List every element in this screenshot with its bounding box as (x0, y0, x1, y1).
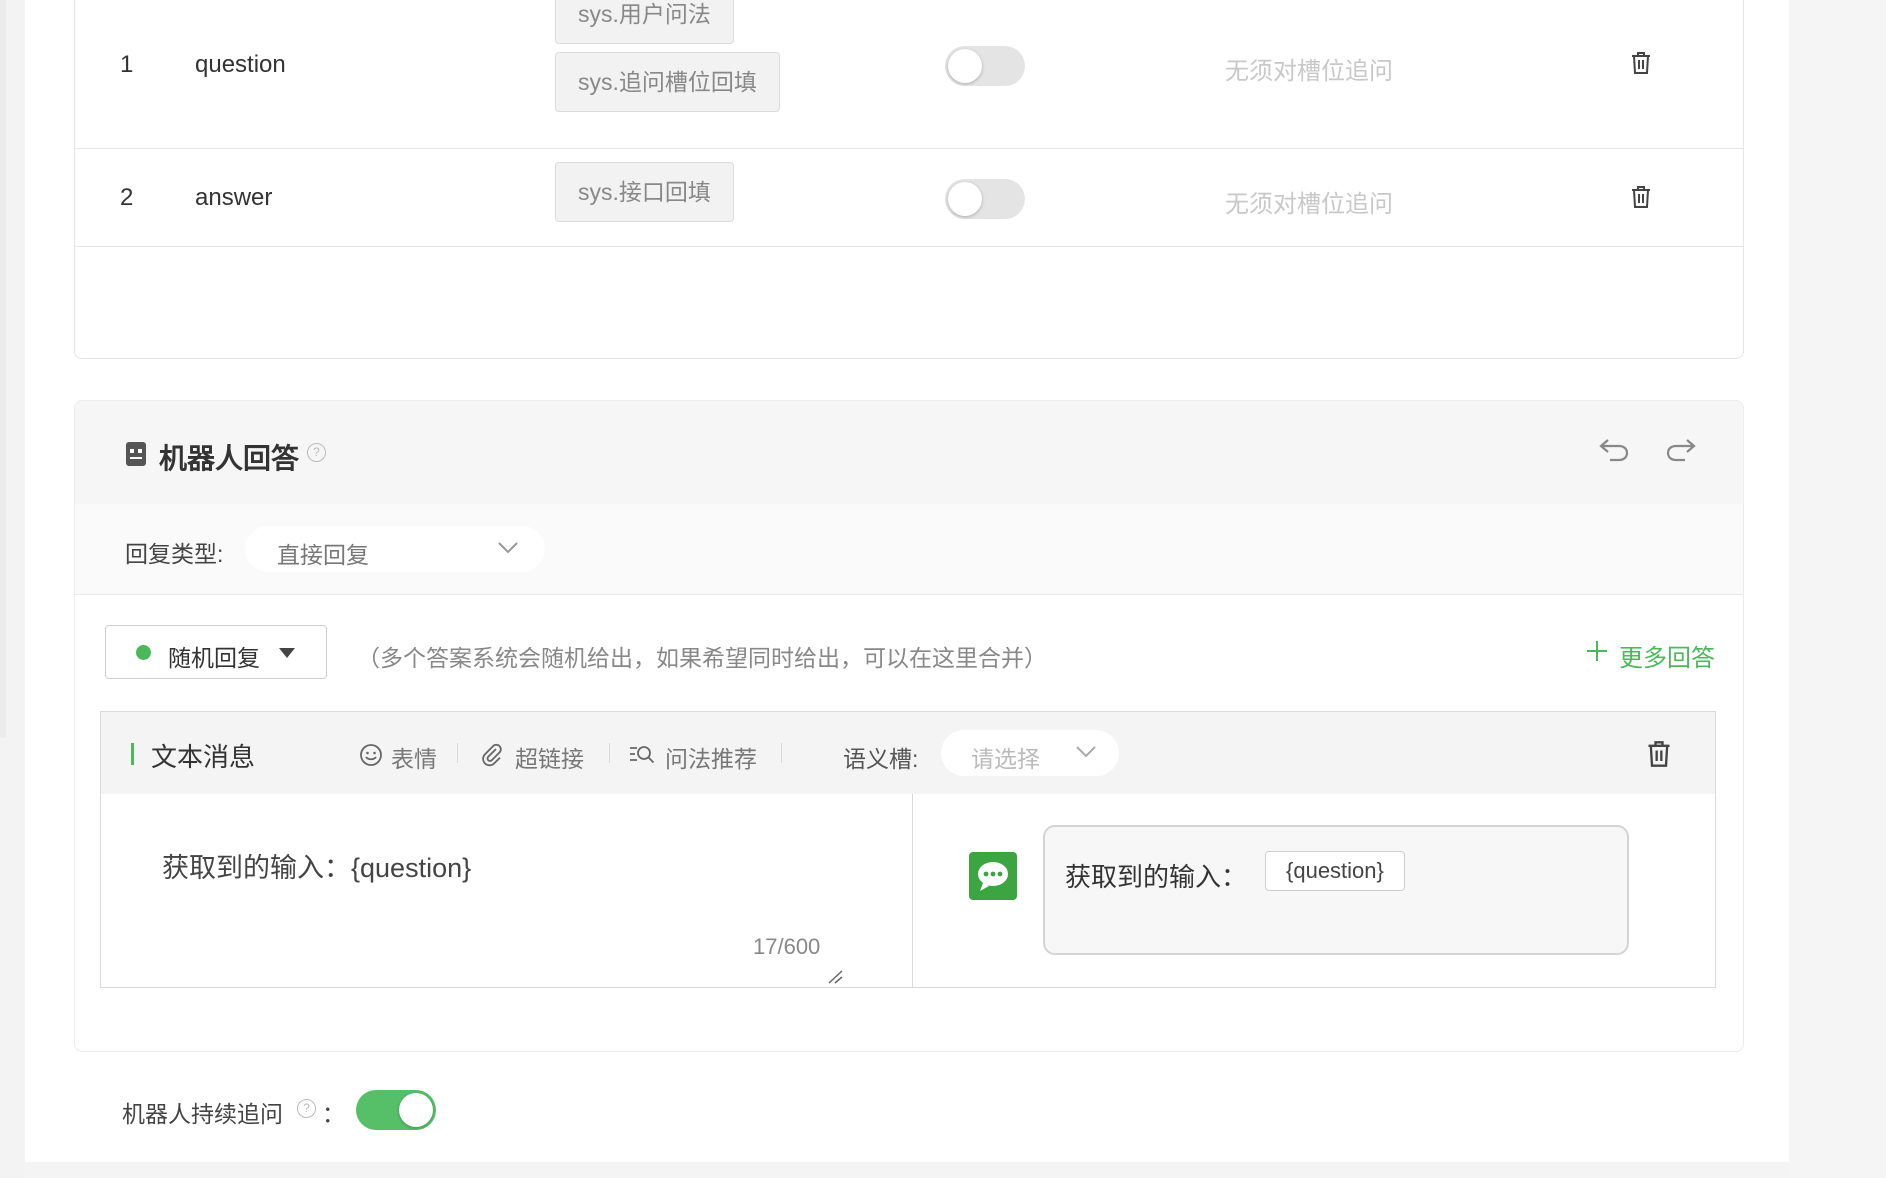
right-background (1789, 0, 1886, 1178)
slot-select-placeholder: 请选择 (971, 746, 1040, 772)
search-list-icon[interactable] (629, 743, 655, 767)
preview-bubble: 获取到的输入： {question} (1043, 825, 1629, 955)
slot-label: 语义槽: (843, 746, 919, 772)
redo-icon[interactable] (1665, 436, 1697, 462)
source-tag[interactable]: sys.用户问法 (555, 0, 734, 44)
followup-text: 无须对槽位追问 (1225, 191, 1393, 218)
robot-icon (126, 442, 146, 466)
source-tag[interactable]: sys.追问槽位回填 (555, 52, 780, 112)
slot-table: 1 question sys.用户问法 sys.追问槽位回填 无须对槽位追问 2… (74, 0, 1744, 359)
toggle-knob (948, 49, 982, 83)
random-hint: （多个答案系统会随机给出，如果希望同时给出，可以在这里合并） (357, 645, 1047, 671)
reply-type-row: 回复类型: 直接回复 (75, 504, 1743, 595)
reply-type-label: 回复类型: (125, 541, 224, 567)
bottom-edge (25, 1162, 1789, 1178)
link-icon[interactable] (481, 743, 505, 767)
slot-name: question (195, 51, 286, 78)
chat-bubble-icon (969, 852, 1017, 900)
persist-followup-label: 机器人持续追问 (122, 1101, 283, 1127)
trash-icon[interactable] (1646, 740, 1672, 768)
question-suggest-tool[interactable]: 问法推荐 (665, 740, 757, 774)
slot-select[interactable]: 请选择 (941, 730, 1119, 776)
reply-type-select[interactable]: 直接回复 (245, 526, 545, 572)
divider (609, 743, 610, 763)
status-dot (136, 645, 151, 660)
slot-index: 1 (120, 51, 134, 78)
smile-icon[interactable] (359, 743, 383, 767)
divider (781, 743, 782, 763)
message-text[interactable]: 获取到的输入：{question} (162, 846, 471, 885)
accent-bar (131, 743, 134, 765)
slot-index: 2 (120, 184, 134, 211)
preview-text: 获取到的输入： (1065, 862, 1248, 892)
section-title: 机器人回答 (159, 443, 300, 474)
undo-icon[interactable] (1598, 436, 1630, 462)
help-icon[interactable]: ? (307, 443, 326, 462)
divider (457, 743, 458, 763)
followup-text: 无须对槽位追问 (1225, 58, 1393, 85)
emoji-tool[interactable]: 表情 (391, 740, 437, 774)
robot-answer-header: 机器人回答 ? (75, 401, 1743, 504)
chevron-down-icon (1076, 746, 1096, 758)
text-message-card: 文本消息 表情 超链接 问法推荐 语义槽: 请选择 获取到的输入：{questi… (100, 711, 1716, 988)
plus-icon (1587, 641, 1607, 661)
trash-icon[interactable] (1630, 185, 1652, 209)
slot-required-toggle[interactable] (945, 46, 1025, 86)
random-reply-label: 随机回复 (168, 645, 260, 671)
robot-answer-section: 机器人回答 ? 回复类型: 直接回复 随机回复 （多个答案系统会随机给出，如果希… (74, 400, 1744, 1052)
char-counter: 17/600 (753, 934, 821, 959)
slot-name: answer (195, 184, 273, 211)
toggle-knob (948, 182, 982, 216)
reply-type-value: 直接回复 (277, 542, 369, 568)
table-row: 2 answer sys.接口回填 无须对槽位追问 (75, 148, 1743, 247)
preview-variable-tag: {question} (1265, 851, 1405, 891)
caret-down-icon (279, 648, 295, 658)
message-toolbar: 文本消息 表情 超链接 问法推荐 语义槽: 请选择 (101, 712, 1715, 794)
persist-followup-row: 机器人持续追问 (122, 1095, 283, 1129)
more-answers-label: 更多回答 (1619, 645, 1715, 672)
table-row: 1 question sys.用户问法 sys.追问槽位回填 无须对槽位追问 (75, 0, 1743, 149)
resize-handle-icon[interactable] (827, 970, 843, 984)
trash-icon[interactable] (1630, 51, 1652, 75)
message-preview: 获取到的输入： {question} (913, 794, 1715, 987)
message-editor[interactable]: 获取到的输入：{question} 17/600 (101, 794, 913, 987)
left-edge (0, 0, 6, 738)
slot-required-toggle[interactable] (945, 179, 1025, 219)
persist-followup-toggle[interactable] (356, 1090, 436, 1130)
hyperlink-tool[interactable]: 超链接 (515, 740, 584, 774)
chevron-down-icon (498, 542, 518, 554)
source-tag[interactable]: sys.接口回填 (555, 162, 734, 222)
colon: ： (322, 1101, 345, 1127)
random-reply-dropdown[interactable]: 随机回复 (105, 625, 327, 679)
toggle-knob (399, 1093, 433, 1127)
message-type-label: 文本消息 (151, 742, 256, 772)
help-icon[interactable]: ? (297, 1099, 316, 1118)
